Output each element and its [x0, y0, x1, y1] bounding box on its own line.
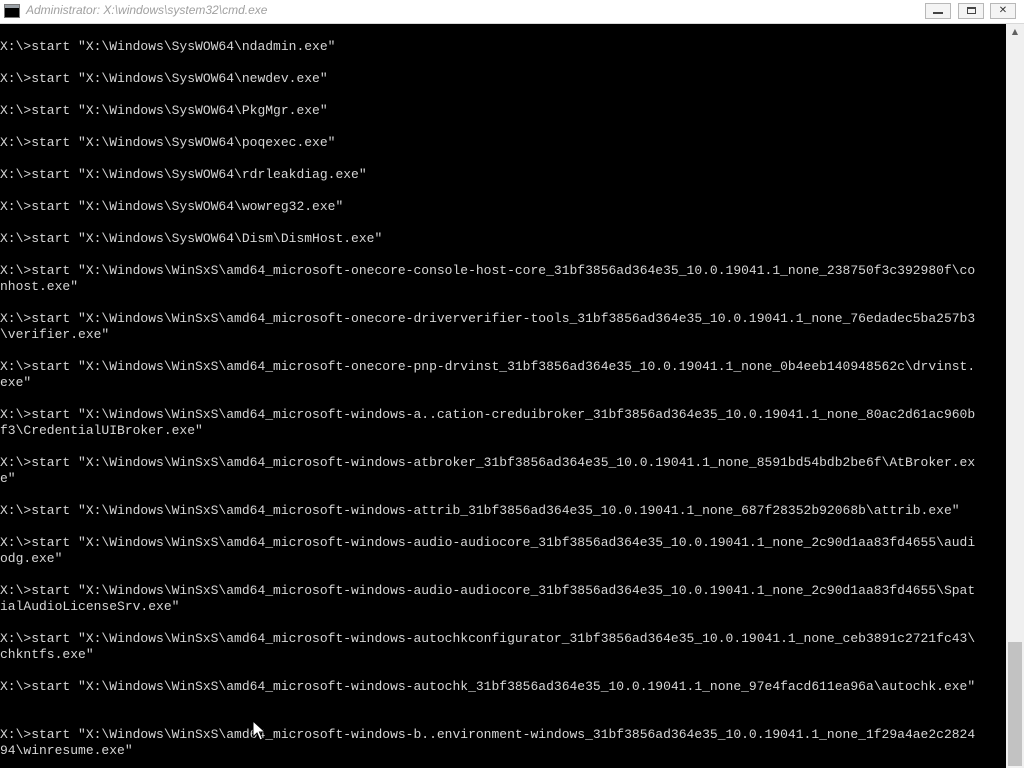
console-blank-line	[0, 439, 975, 455]
console-line: X:\>start "X:\Windows\WinSxS\amd64_micro…	[0, 263, 976, 278]
console-line: X:\>start "X:\Windows\SysWOW64\wowreg32.…	[0, 199, 344, 214]
console-line: X:\>start "X:\Windows\WinSxS\amd64_micro…	[0, 503, 960, 518]
console-line: 94\winresume.exe"	[0, 743, 133, 758]
console-blank-line	[0, 87, 975, 103]
console-lines: X:\>start "X:\Windows\SysWOW64\ndadmin.e…	[0, 39, 975, 759]
console-line: exe"	[0, 375, 32, 390]
mouse-pointer-icon	[252, 720, 266, 741]
console-line: f3\CredentialUIBroker.exe"	[0, 423, 203, 438]
console-line: X:\>start "X:\Windows\SysWOW64\newdev.ex…	[0, 71, 328, 86]
console-line: X:\>start "X:\Windows\WinSxS\amd64_micro…	[0, 679, 976, 694]
console-line: X:\>start "X:\Windows\SysWOW64\rdrleakdi…	[0, 167, 367, 182]
console-line: X:\>start "X:\Windows\SysWOW64\Dism\Dism…	[0, 231, 383, 246]
console-line: X:\>start "X:\Windows\WinSxS\amd64_micro…	[0, 407, 976, 422]
console-blank-line	[0, 343, 975, 359]
console-line: X:\>start "X:\Windows\WinSxS\amd64_micro…	[0, 311, 976, 326]
console-line: nhost.exe"	[0, 279, 79, 294]
console-line: X:\>start "X:\Windows\SysWOW64\PkgMgr.ex…	[0, 103, 328, 118]
minimize-icon	[933, 12, 943, 14]
console-blank-line	[0, 215, 975, 231]
console-blank-line	[0, 519, 975, 535]
title-bar[interactable]: Administrator: X:\windows\system32\cmd.e…	[0, 0, 1024, 24]
console-blank-line	[0, 295, 975, 311]
console-line: X:\>start "X:\Windows\WinSxS\amd64_micro…	[0, 359, 976, 374]
console-blank-line	[0, 55, 975, 71]
console-line: X:\>start "X:\Windows\WinSxS\amd64_micro…	[0, 455, 976, 470]
console-blank-line	[0, 391, 975, 407]
restore-button[interactable]	[958, 3, 984, 19]
console-line: X:\>start "X:\Windows\WinSxS\amd64_micro…	[0, 583, 976, 598]
console-blank-line	[0, 247, 975, 263]
console-line: ialAudioLicenseSrv.exe"	[0, 599, 180, 614]
console-blank-line	[0, 663, 975, 679]
console-blank-line	[0, 695, 975, 711]
cmd-window: Administrator: X:\windows\system32\cmd.e…	[0, 0, 1024, 768]
minimize-button[interactable]	[925, 3, 951, 19]
console-line: X:\>start "X:\Windows\SysWOW64\ndadmin.e…	[0, 39, 336, 54]
console-output[interactable]: X:\>start "X:\Windows\SysWOW64\ndadmin.e…	[0, 24, 1006, 768]
console-blank-line	[0, 567, 975, 583]
console-blank-line	[0, 183, 975, 199]
console-line: X:\>start "X:\Windows\WinSxS\amd64_micro…	[0, 631, 976, 646]
close-icon: ✕	[998, 5, 1008, 16]
console-line: X:\>start "X:\Windows\SysWOW64\poqexec.e…	[0, 135, 336, 150]
console-line: chkntfs.exe"	[0, 647, 94, 662]
window-title: Administrator: X:\windows\system32\cmd.e…	[26, 3, 268, 17]
console-blank-line	[0, 119, 975, 135]
console-line: e"	[0, 471, 16, 486]
scrollbar-thumb[interactable]	[1008, 642, 1022, 766]
console-line: \verifier.exe"	[0, 327, 110, 342]
vertical-scrollbar[interactable]: ▲	[1006, 24, 1024, 768]
close-button[interactable]: ✕	[990, 3, 1016, 19]
scroll-up-icon[interactable]: ▲	[1006, 24, 1024, 40]
console-line: X:\>start "X:\Windows\WinSxS\amd64_micro…	[0, 727, 976, 742]
console-blank-line	[0, 711, 975, 727]
console-blank-line	[0, 615, 975, 631]
console-line: odg.exe"	[0, 551, 63, 566]
console-blank-line	[0, 151, 975, 167]
console-line: X:\>start "X:\Windows\WinSxS\amd64_micro…	[0, 535, 976, 550]
cmd-app-icon[interactable]	[4, 4, 20, 18]
restore-icon	[966, 7, 976, 14]
console-blank-line	[0, 487, 975, 503]
